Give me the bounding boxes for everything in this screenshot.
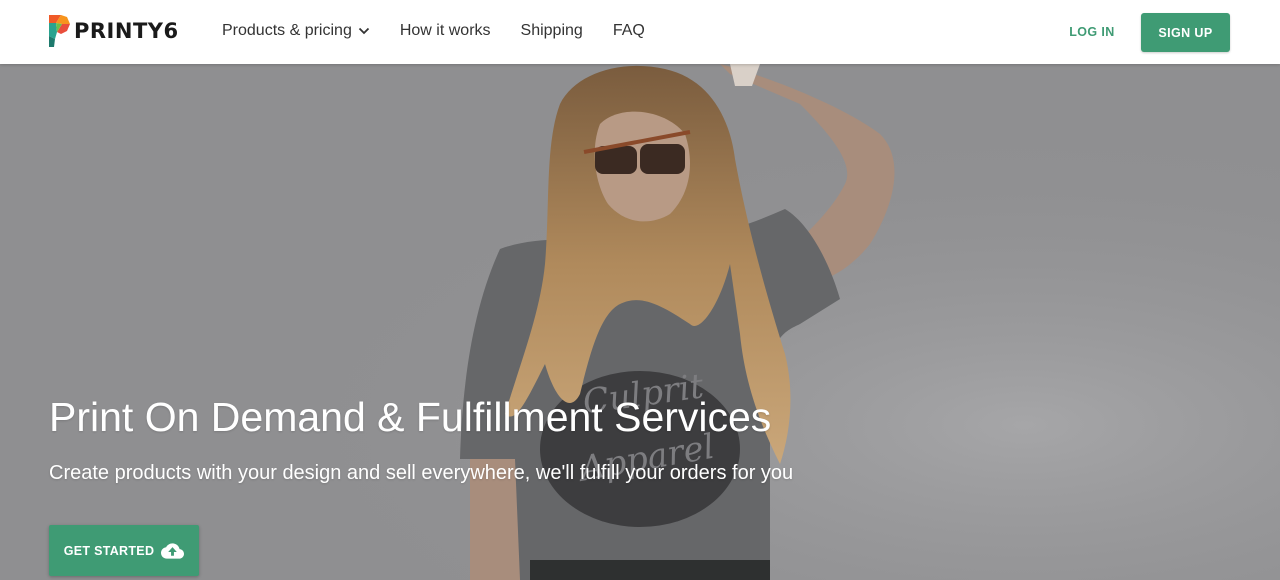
nav-faq[interactable]: FAQ <box>613 22 645 40</box>
hero-background-photo: Culprit Apparel <box>0 64 1280 580</box>
hero-subtitle: Create products with your design and sel… <box>49 462 794 484</box>
nav-how-it-works[interactable]: How it works <box>400 22 491 40</box>
printy6-logo-icon <box>49 15 70 47</box>
logo[interactable]: PRINTY6 <box>49 15 179 47</box>
logo-wordmark: PRINTY6 <box>74 19 179 43</box>
get-started-label: GET STARTED <box>63 543 155 558</box>
login-button[interactable]: LOG IN <box>1058 14 1126 50</box>
hero-section: Culprit Apparel Print On Demand & Fulfil… <box>0 64 1280 580</box>
nav-label: Shipping <box>520 22 583 39</box>
cloud-upload-icon <box>161 542 185 559</box>
nav-label: FAQ <box>612 22 645 39</box>
nav-label: Products & pricing <box>222 22 352 39</box>
signup-button[interactable]: SIGN UP <box>1141 13 1230 52</box>
nav-label: How it works <box>399 22 491 39</box>
hero-title: Print On Demand & Fulfillment Services <box>49 394 772 440</box>
top-navbar: PRINTY6 Products & pricing How it works … <box>0 0 1280 64</box>
get-started-button[interactable]: GET STARTED <box>49 525 199 576</box>
chevron-down-icon <box>358 27 369 35</box>
nav-products-pricing[interactable]: Products & pricing <box>222 22 370 40</box>
main-nav: Products & pricing How it works Shipping… <box>222 0 675 62</box>
nav-shipping[interactable]: Shipping <box>521 22 583 40</box>
